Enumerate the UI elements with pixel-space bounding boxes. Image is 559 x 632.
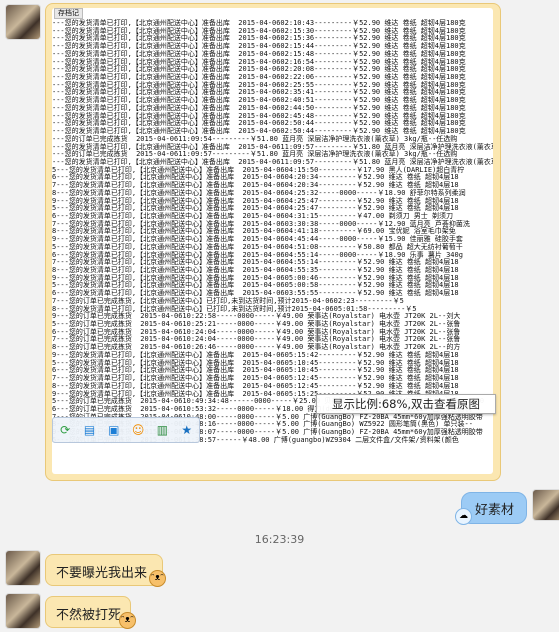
- image-toolbar: ⟳ ▤ ▣ ☺ ▥ ★: [52, 417, 200, 443]
- fullscreen-tool-icon[interactable]: ▣: [105, 422, 122, 439]
- sender-avatar[interactable]: [6, 551, 40, 585]
- favorite-tool-icon[interactable]: ★: [178, 422, 195, 439]
- emoji-tool-icon[interactable]: ☺: [130, 422, 147, 439]
- rotate-tool-icon[interactable]: ⟳: [57, 422, 74, 439]
- cat-sticker-icon: ᵔᴥᵔ: [119, 612, 136, 629]
- cloud-sticker-icon: ☁: [455, 508, 472, 525]
- incoming-message-text: 不然被打死: [56, 608, 122, 623]
- outgoing-message-text: 好素材: [475, 503, 515, 518]
- sender-avatar[interactable]: [6, 594, 40, 628]
- message-timestamp: 16:23:39: [254, 533, 305, 546]
- order-log-text: ---您的发货清单已打印,【北京通州配送中心】准备出库 2015-04-0602…: [52, 19, 493, 445]
- incoming-message-bubble[interactable]: 不然被打死: [45, 596, 131, 628]
- zoom-tooltip: 显示比例:68%,双击查看原图: [316, 394, 496, 414]
- collect-tool-icon[interactable]: ▥: [154, 422, 171, 439]
- sender-avatar[interactable]: [6, 5, 40, 39]
- incoming-message-text: 不要曝光我出来: [56, 566, 148, 581]
- incoming-message-bubble[interactable]: 不要曝光我出来: [45, 554, 163, 586]
- cat-sticker-icon: ᵔᴥᵔ: [149, 570, 166, 587]
- image-title: 存档记: [54, 8, 83, 19]
- self-avatar[interactable]: [533, 490, 559, 520]
- save-tool-icon[interactable]: ▤: [81, 422, 98, 439]
